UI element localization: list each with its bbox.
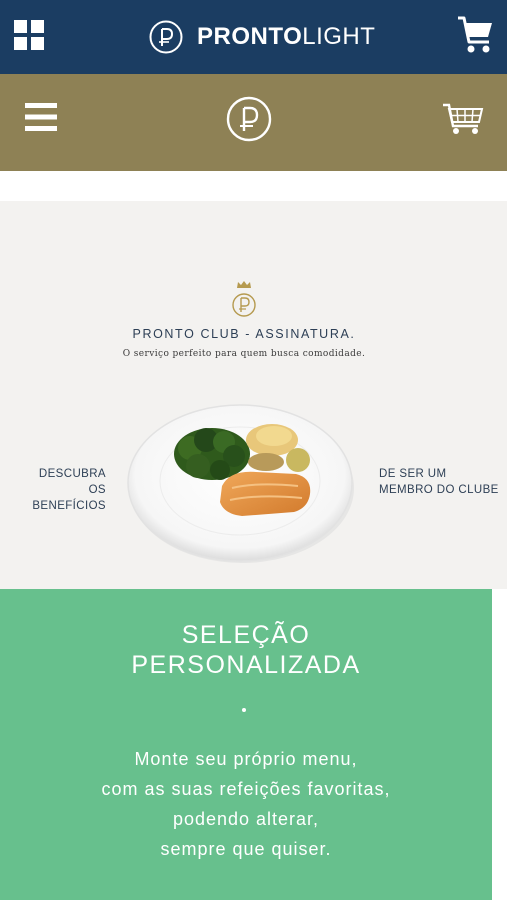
brand-name-bold: PRONTO — [197, 23, 303, 50]
discover-line-1: DESCUBRA — [38, 468, 106, 480]
member-line-2: MEMBRO DO CLUBE — [379, 484, 499, 496]
feature-text-line-4: sempre que quiser. — [160, 839, 332, 859]
divider-dot — [242, 708, 246, 712]
feature-title-line-2: PERSONALIZADA — [131, 651, 361, 679]
feature-title: SELEÇÃO PERSONALIZADA — [0, 620, 492, 680]
club-subtitle: O serviço perfeito para quem busca comod… — [122, 349, 366, 359]
pronto-logo-icon[interactable] — [226, 96, 272, 142]
feature-description: Monte seu próprio menu, com as suas refe… — [0, 744, 492, 864]
salmon-dish-image — [127, 404, 354, 563]
feature-title-line-1: SELEÇÃO — [181, 621, 311, 649]
cart-icon[interactable] — [456, 14, 494, 56]
shopping-cart-icon[interactable] — [442, 102, 484, 136]
pronto-logo-icon — [149, 20, 183, 54]
brand-name-light: LIGHT — [302, 23, 376, 50]
feature-text-line-3: podendo alterar, — [172, 809, 320, 829]
hamburger-icon[interactable] — [25, 103, 57, 131]
crown-logo-icon — [232, 281, 256, 317]
club-member-text: DE SER UM MEMBRO DO CLUBE — [379, 466, 499, 498]
discover-line-2: OS BENEFÍCIOS — [32, 484, 106, 512]
grid-menu-icon[interactable] — [14, 20, 44, 50]
club-title: PRONTO CLUB - ASSINATURA. — [132, 327, 356, 341]
discover-benefits-text: DESCUBRA OS BENEFÍCIOS — [14, 466, 106, 514]
brand-name: PRONTOLIGHT — [197, 23, 375, 51]
member-line-1: DE SER UM — [379, 468, 447, 480]
page-edge — [492, 589, 507, 900]
brand-logo-link[interactable]: PRONTOLIGHT — [149, 17, 375, 57]
feature-text-line-1: Monte seu próprio menu, — [134, 749, 358, 769]
feature-text-line-2: com as suas refeições favoritas, — [101, 779, 391, 799]
